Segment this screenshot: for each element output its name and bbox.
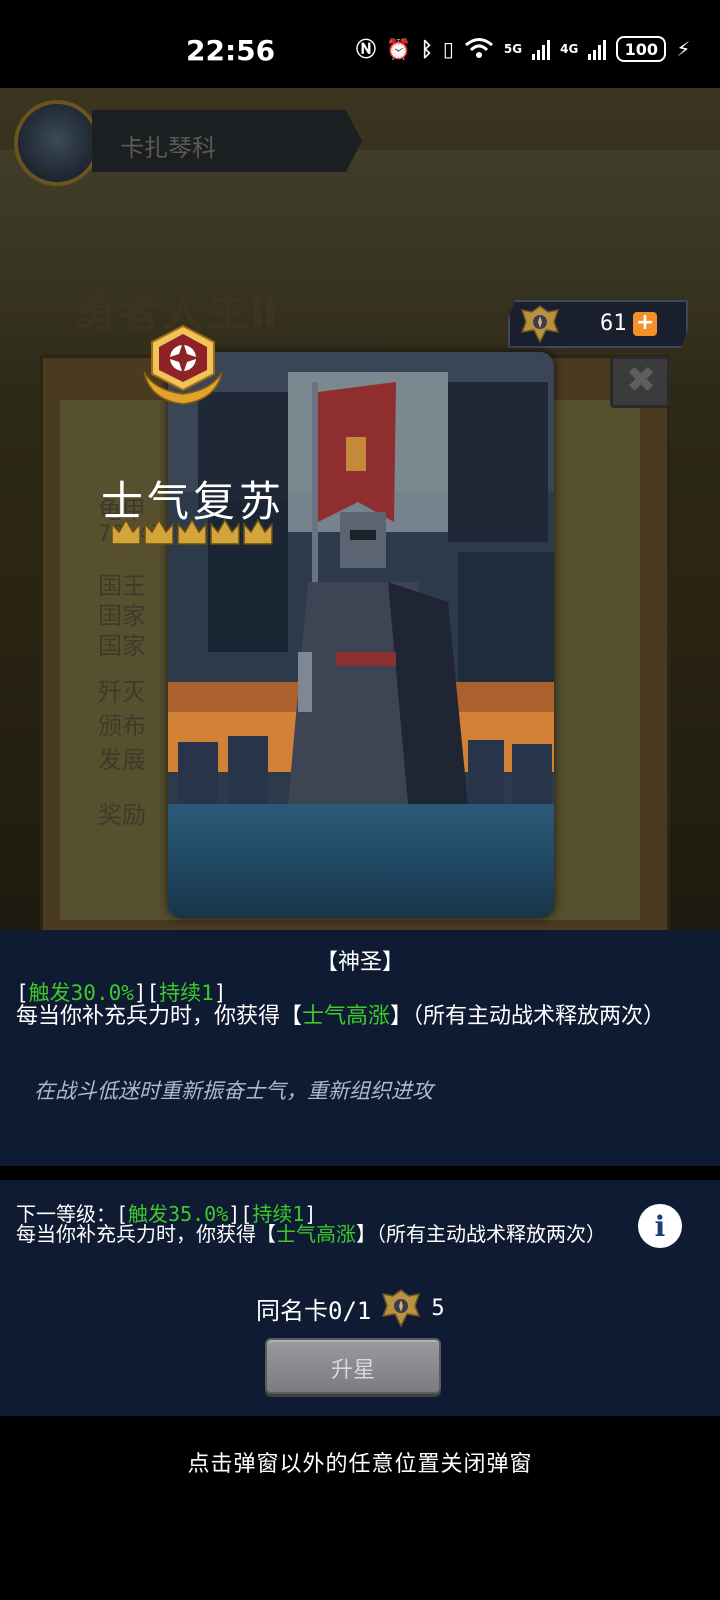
add-currency-button[interactable]: + [633, 312, 657, 336]
signal-icon [588, 38, 607, 60]
effect-type: 【神圣】 [315, 950, 404, 975]
bracket: ][ [133, 981, 160, 1005]
background-text: 奖励 [98, 801, 146, 829]
nfc-icon: Ⓝ [356, 37, 376, 61]
vibrate-icon: ▯ [442, 37, 454, 61]
upgrade-cost: 5 [431, 1295, 445, 1321]
background-text: 发展 [98, 746, 146, 774]
status-bar: 22:56 Ⓝ ⏰ ᛒ ▯ 5G 4G 100 ⚡ [0, 0, 720, 88]
duration: 持续1 [159, 981, 214, 1005]
bracket: ] [213, 981, 227, 1005]
crown-icon [210, 518, 240, 545]
effect-text: 】（所有主动战术释放两次） [390, 1004, 666, 1029]
card [168, 352, 554, 918]
effect-description: 每当你补充兵力时，你获得【士气高涨】（所有主动战术释放两次） [16, 1003, 706, 1030]
star-crowns [111, 518, 273, 545]
player-name: 卡扎琴科 [120, 134, 216, 162]
card-name-bar [168, 804, 554, 918]
eagle-emblem-icon [520, 305, 560, 344]
battery-icon: 100 [616, 36, 667, 62]
next-buff-name: 士气高涨 [276, 1222, 356, 1246]
background-text: 颁布 [98, 712, 146, 740]
bluetooth-icon: ᛒ [420, 37, 433, 61]
compass-star-laurel-badge-icon [143, 324, 223, 405]
next-effect-text: 每当你补充兵力时，你获得【 [16, 1222, 276, 1246]
bracket: [ [16, 981, 29, 1005]
status-time: 22:56 [186, 34, 276, 67]
eagle-emblem-icon [382, 1289, 421, 1328]
network-5g-label: 5G [503, 42, 523, 56]
duplicate-card-count: 同名卡0/1 [256, 1296, 372, 1325]
crown-icon [243, 518, 273, 545]
trigger-chance: 触发30.0% [28, 981, 134, 1005]
info-button[interactable]: i [638, 1204, 682, 1248]
background-text: 歼灭 [98, 678, 146, 706]
crown-icon [144, 518, 174, 545]
next-effect-text: 】（所有主动战术释放两次） [356, 1222, 606, 1246]
upgrade-star-label[interactable]: 升星 [265, 1352, 441, 1384]
alarm-icon: ⏰ [386, 37, 411, 61]
close-hint: 点击弹窗以外的任意位置关闭弹窗 [187, 1452, 533, 1477]
currency-value: 61 [600, 311, 627, 336]
duplicate-card-row: 同名卡0/1 5 [256, 1286, 445, 1330]
buff-name: 士气高涨 [302, 1004, 391, 1029]
battery-level: 100 [624, 39, 659, 59]
status-icons: Ⓝ ⏰ ᛒ ▯ 5G 4G 100 ⚡ [356, 36, 690, 62]
close-icon: ✖ [626, 360, 657, 401]
signal-icon [532, 38, 551, 60]
wifi-icon [464, 37, 494, 62]
card-artwork [168, 352, 554, 804]
charging-icon: ⚡ [676, 37, 691, 61]
avatar [14, 100, 100, 186]
next-level-description: 每当你补充兵力时，你获得【士气高涨】（所有主动战术释放两次） [16, 1222, 626, 1246]
network-4g-label: 4G [560, 42, 579, 56]
background-text: 国家 [98, 632, 146, 660]
effect-text: 每当你补充兵力时，你获得【 [16, 1004, 303, 1029]
flavor-text: 在战斗低迷时重新振奋士气，重新组织进攻 [34, 1079, 433, 1103]
crown-icon [111, 518, 141, 545]
crown-icon [177, 518, 207, 545]
info-icon: i [654, 1209, 666, 1243]
